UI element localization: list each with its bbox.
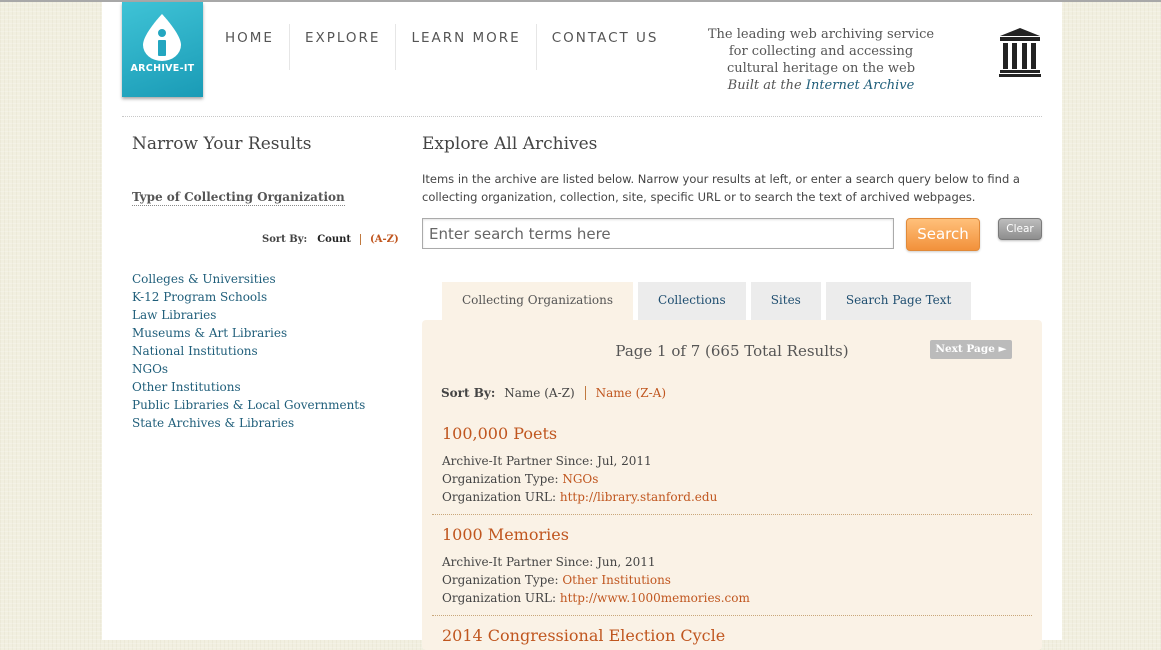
search-button[interactable]: Search — [906, 218, 980, 251]
org-type-link[interactable]: NGOs — [562, 472, 598, 486]
sidebar-title: Narrow Your Results — [132, 134, 312, 154]
org-type-museums[interactable]: Museums & Art Libraries — [132, 324, 365, 342]
sidebar-sort: Sort By: Count (A-Z) — [262, 234, 399, 245]
search-input[interactable] — [422, 218, 894, 249]
sidebar-sort-count[interactable]: Count — [317, 234, 362, 245]
result-name[interactable]: 2014 Congressional Election Cycle — [442, 626, 725, 645]
result-org-type: Organization Type: NGOs — [442, 472, 598, 486]
partner-since-label: Archive-It Partner Since: — [442, 454, 598, 468]
next-page-button[interactable]: Next Page ► — [930, 340, 1012, 359]
tab-search-page-text[interactable]: Search Page Text — [825, 282, 972, 320]
org-type-colleges[interactable]: Colleges & Universities — [132, 270, 365, 288]
tab-collecting-organizations[interactable]: Collecting Organizations — [442, 282, 634, 320]
org-type-ngos[interactable]: NGOs — [132, 360, 365, 378]
org-type-k12[interactable]: K-12 Program Schools — [132, 288, 365, 306]
result-divider — [432, 615, 1032, 616]
result-divider — [432, 514, 1032, 515]
partner-since-value: Jul, 2011 — [597, 454, 652, 468]
org-type-public-libraries[interactable]: Public Libraries & Local Governments — [132, 396, 365, 414]
result-partner-since: Archive-It Partner Since: Jun, 2011 — [442, 555, 656, 569]
partner-since-value: Jun, 2011 — [597, 555, 656, 569]
result-org-url: Organization URL: http://library.stanfor… — [442, 490, 717, 504]
internet-archive-link[interactable]: Internet Archive — [806, 78, 915, 93]
tab-collections[interactable]: Collections — [638, 282, 746, 320]
org-type-link[interactable]: Other Institutions — [562, 573, 671, 587]
org-url-label: Organization URL: — [442, 490, 560, 504]
org-type-label: Organization Type: — [442, 472, 563, 486]
partner-since-label: Archive-It Partner Since: — [442, 555, 598, 569]
result-name[interactable]: 100,000 Poets — [442, 424, 557, 443]
nav-contact-us[interactable]: CONTACT US — [537, 24, 674, 70]
org-type-list: Colleges & Universities K-12 Program Sch… — [132, 270, 365, 432]
results-sort-label: Sort By: — [441, 386, 496, 400]
page-container: ARCHIVE-IT HOME EXPLORE LEARN MORE CONTA… — [102, 2, 1062, 650]
result-name[interactable]: 1000 Memories — [442, 525, 569, 544]
tagline-built-at: Built at the Internet Archive — [696, 77, 946, 94]
page-title: Explore All Archives — [422, 134, 598, 154]
tagline: The leading web archiving service for co… — [696, 26, 946, 94]
sidebar-sort-label: Sort By: — [262, 234, 308, 245]
results-panel: Page 1 of 7 (665 Total Results) Next Pag… — [422, 320, 1042, 650]
org-type-law-libraries[interactable]: Law Libraries — [132, 306, 365, 324]
logo-text: ARCHIVE-IT — [130, 63, 195, 74]
tagline-line-3: cultural heritage on the web — [726, 61, 916, 76]
result-partner-since: Archive-It Partner Since: Jul, 2011 — [442, 454, 652, 468]
result-org-type: Organization Type: Other Institutions — [442, 573, 671, 587]
nav-learn-more[interactable]: LEARN MORE — [396, 24, 537, 70]
info-drop-icon — [143, 14, 181, 61]
tagline-line-1: The leading web archiving service — [707, 27, 935, 42]
sort-name-za[interactable]: Name (Z-A) — [586, 386, 666, 400]
clear-button[interactable]: Clear — [998, 218, 1042, 240]
org-url-link[interactable]: http://www.1000memories.com — [560, 591, 750, 605]
header-divider — [122, 116, 1042, 117]
main-nav: HOME EXPLORE LEARN MORE CONTACT US — [210, 24, 673, 76]
built-at-prefix: Built at the — [727, 78, 806, 93]
nav-home[interactable]: HOME — [210, 24, 290, 70]
internet-archive-icon[interactable] — [998, 26, 1042, 78]
org-url-link[interactable]: http://library.stanford.edu — [560, 490, 717, 504]
org-type-label: Organization Type: — [442, 573, 563, 587]
archive-it-logo[interactable]: ARCHIVE-IT — [122, 2, 203, 97]
org-type-national[interactable]: National Institutions — [132, 342, 365, 360]
org-url-label: Organization URL: — [442, 591, 560, 605]
sidebar-subtitle[interactable]: Type of Collecting Organization — [132, 190, 345, 206]
tab-sites[interactable]: Sites — [750, 282, 821, 320]
sort-name-az[interactable]: Name (A-Z) — [504, 386, 586, 400]
result-tabs: Collecting Organizations Collections Sit… — [442, 282, 976, 320]
result-org-url: Organization URL: http://www.1000memorie… — [442, 591, 750, 605]
results-sort: Sort By: Name (A-Z) Name (Z-A) — [441, 386, 666, 400]
sidebar-sort-az[interactable]: (A-Z) — [361, 234, 399, 245]
page-description: Items in the archive are listed below. N… — [422, 172, 1020, 204]
nav-explore[interactable]: EXPLORE — [290, 24, 397, 70]
tagline-line-2: for collecting and accessing — [728, 44, 914, 59]
org-type-state-archives[interactable]: State Archives & Libraries — [132, 414, 365, 432]
org-type-other[interactable]: Other Institutions — [132, 378, 365, 396]
